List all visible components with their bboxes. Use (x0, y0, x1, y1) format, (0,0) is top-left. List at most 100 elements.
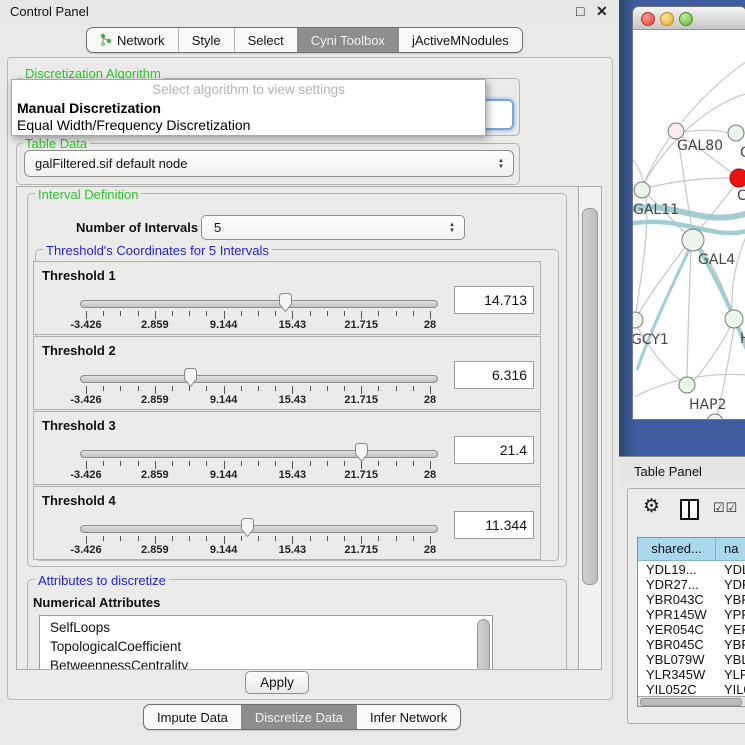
threshold-value-field[interactable]: 21.4 (454, 436, 534, 464)
threshold-value-field[interactable]: 14.713 (454, 286, 534, 314)
network-node-gcy1[interactable] (633, 312, 643, 328)
network-edge[interactable] (687, 251, 691, 377)
slider-handle[interactable] (239, 518, 256, 543)
cell-shared-name[interactable]: YPR145W (646, 607, 707, 622)
main-scrollbar-track[interactable] (578, 187, 601, 669)
tab-infer-network[interactable]: Infer Network (356, 705, 460, 729)
slider-handle[interactable] (182, 368, 199, 393)
zoom-traffic-light-icon[interactable] (679, 12, 693, 26)
network-edge-highlighted[interactable] (637, 250, 689, 370)
close-window-icon[interactable]: ✕ (596, 3, 608, 19)
table-row[interactable]: YLR345W YLR3 (638, 667, 745, 682)
spinner-arrows-icon[interactable]: ▲▼ (449, 222, 455, 234)
cell-shared-name[interactable]: YBR045C (646, 637, 704, 652)
tab-select[interactable]: Select (234, 28, 297, 52)
table-row[interactable]: YER054C YER0 (638, 622, 745, 637)
tab-cyni-toolbox[interactable]: Cyni Toolbox (297, 28, 398, 52)
network-node[interactable] (707, 414, 723, 419)
columns-icon[interactable] (680, 499, 699, 520)
slider-scale-label: 15.43 (279, 544, 307, 556)
network-window-titlebar[interactable] (633, 7, 745, 30)
network-edge[interactable] (650, 178, 730, 187)
threshold-value-field[interactable]: 11.344 (454, 511, 534, 539)
float-window-icon[interactable]: □ (576, 3, 584, 19)
network-node-gal4[interactable] (682, 229, 704, 251)
slider-scale-label: 21.715 (344, 544, 378, 556)
slider-track[interactable] (80, 375, 438, 383)
table-row[interactable]: YIL052C YIL0 (638, 682, 745, 697)
slider-track[interactable] (80, 525, 438, 533)
slider-track[interactable] (80, 450, 438, 458)
minimize-traffic-light-icon[interactable] (660, 12, 674, 26)
table-row[interactable]: YPR145W YPR1 (638, 607, 745, 622)
dropdown-option-equal-width[interactable]: Equal Width/Frequency Discretization (17, 117, 250, 133)
select-columns-checkboxes-icon[interactable]: ☑☑ (713, 500, 738, 516)
tab-style[interactable]: Style (178, 28, 234, 52)
table-data-combobox[interactable]: galFiltered.sif default node ▲▼ (24, 150, 514, 177)
slider-handle[interactable] (277, 293, 294, 318)
table-header-name[interactable]: na (716, 538, 745, 561)
cell-name[interactable]: YBL0 (724, 652, 745, 667)
network-node-g[interactable] (728, 125, 744, 141)
num-intervals-spinner[interactable]: 5 ▲▼ (201, 215, 465, 240)
slider-tick (327, 536, 328, 541)
tab-impute-data[interactable]: Impute Data (144, 705, 241, 729)
slider-track[interactable] (80, 300, 438, 308)
table-row[interactable]: YDL19... YDL1 (638, 562, 745, 577)
network-edge[interactable] (639, 247, 685, 313)
cell-name[interactable]: YDR2 (724, 577, 745, 592)
network-edge[interactable] (681, 62, 745, 123)
cell-shared-name[interactable]: YBL079W (646, 652, 705, 667)
network-edge[interactable] (694, 327, 730, 381)
cell-name[interactable]: YBR0 (724, 637, 745, 652)
network-node-h[interactable] (725, 310, 743, 328)
table-row[interactable]: YBR043C YBR0 (638, 592, 745, 607)
slider-handle[interactable] (353, 443, 370, 468)
network-node-label: GAL11 (633, 202, 679, 218)
apply-button[interactable]: Apply (245, 671, 309, 694)
table-row[interactable]: YBR045C YBR0 (638, 637, 745, 652)
network-node-gal11[interactable] (634, 182, 650, 198)
table-hscrollbar-thumb[interactable] (640, 698, 742, 706)
tab-discretize-data[interactable]: Discretize Data (241, 705, 356, 729)
network-edge[interactable] (698, 186, 734, 231)
attribute-item-selfloops[interactable]: SelfLoops (40, 618, 492, 637)
table-header-shared-name[interactable]: shared... (638, 538, 716, 561)
network-canvas[interactable]: GAL80GCGAL11GAL4GCY1HHAP2 (633, 30, 745, 419)
network-node-gal80[interactable] (668, 123, 684, 139)
cell-name[interactable]: YER0 (724, 622, 745, 637)
tab-label: Impute Data (157, 710, 228, 725)
cell-shared-name[interactable]: YBR043C (646, 592, 704, 607)
attribute-item-topologicalcoefficient[interactable]: TopologicalCoefficient (40, 637, 492, 656)
cell-name[interactable]: YBR0 (724, 592, 745, 607)
table-row[interactable]: YDR27... YDR2 (638, 577, 745, 592)
attribute-item-betweennesscentrality[interactable]: BetweennessCentrality (40, 656, 492, 670)
network-edge[interactable] (732, 237, 745, 310)
cell-shared-name[interactable]: YLR345W (646, 667, 705, 682)
cell-shared-name[interactable]: YDR27... (646, 577, 699, 592)
main-scrollbar-thumb[interactable] (582, 208, 598, 585)
cell-shared-name[interactable]: YDL19... (646, 562, 697, 577)
list-scrollbar-thumb[interactable] (477, 619, 490, 670)
gear-icon[interactable]: ⚙ (643, 497, 660, 517)
cell-shared-name[interactable]: YIL052C (646, 682, 697, 697)
tab-network[interactable]: Network (87, 28, 178, 52)
network-node-hap2[interactable] (679, 377, 695, 393)
tab-jactivemnodules[interactable]: jActiveMNodules (398, 28, 522, 52)
table-hscrollbar-track[interactable] (638, 696, 745, 707)
slider-tick (310, 536, 311, 541)
slider-tick (430, 536, 431, 544)
cell-shared-name[interactable]: YER054C (646, 622, 704, 637)
dropdown-option-manual[interactable]: Manual Discretization (17, 100, 161, 116)
cell-name[interactable]: YLR3 (724, 667, 745, 682)
tab-label: Select (248, 33, 284, 48)
cell-name[interactable]: YPR1 (724, 607, 745, 622)
close-traffic-light-icon[interactable] (641, 12, 655, 26)
cell-name[interactable]: YIL0 (724, 682, 745, 697)
slider-tick (275, 461, 276, 466)
cell-name[interactable]: YDL1 (724, 562, 745, 577)
network-edge[interactable] (683, 130, 729, 133)
network-node-c[interactable] (730, 169, 745, 187)
table-row[interactable]: YBL079W YBL0 (638, 652, 745, 667)
threshold-value-field[interactable]: 6.316 (454, 361, 534, 389)
